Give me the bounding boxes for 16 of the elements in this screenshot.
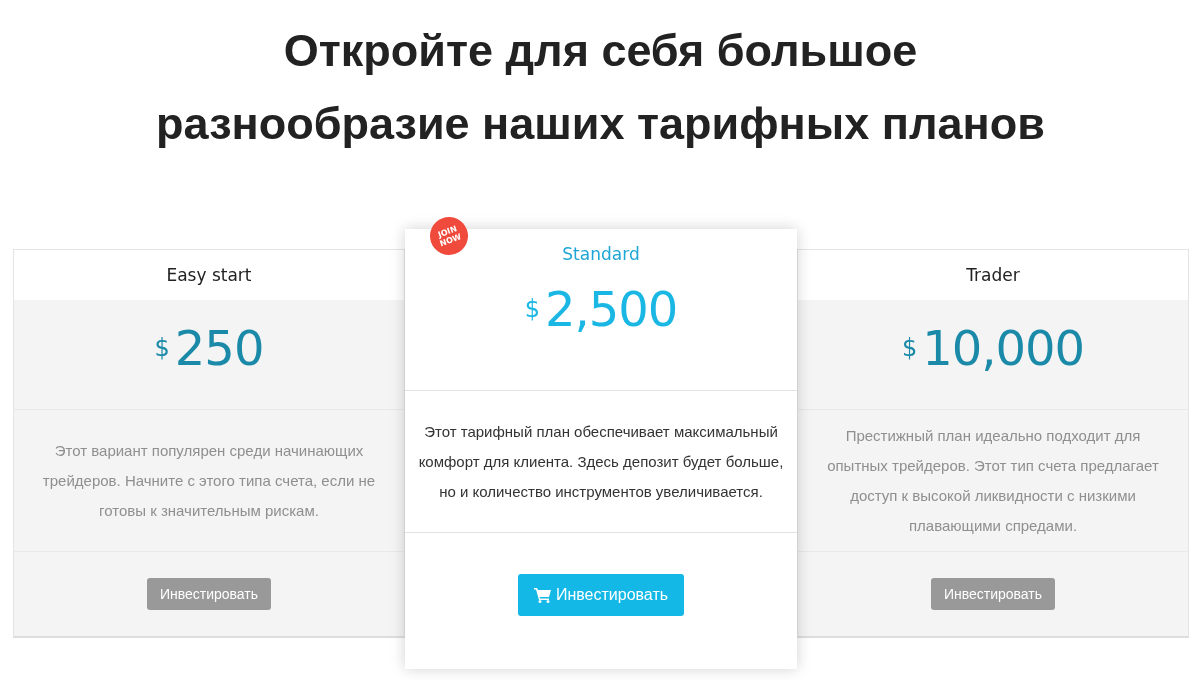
page-heading: Откройте для себя большое разнообразие наших тарифных планов [155, 24, 1046, 151]
invest-button[interactable]: Инвестировать [930, 578, 1056, 610]
cart-icon [533, 587, 552, 603]
plan-name: Trader [798, 250, 1188, 300]
invest-button[interactable]: Инвестировать [517, 574, 685, 616]
invest-button[interactable]: Инвестировать [146, 578, 272, 610]
plan-description: Этот тарифный план обеспечивает максимальный комфорт для клиента. Здесь депозит будет больше, но и количество инструментов увеличивается. [417, 421, 785, 502]
currency-sign: $ [524, 295, 540, 323]
plan-description: Этот вариант популярен среди начинающих трейдеров. Начните с этого типа счета, если не готовы к значительным рискам. [41, 440, 377, 521]
plan-price: 10,000 [922, 320, 1085, 376]
currency-sign: $ [154, 334, 170, 362]
plan-description: Престижный план идеально подходит для опытных трейдеров. Этот тип счета предлагает доступ к высокой ликвидности с низкими плавающими спредами. [826, 425, 1160, 536]
plan-name: Easy start [14, 250, 404, 300]
plan-price: 250 [174, 320, 264, 376]
plan-price: 2,500 [544, 281, 678, 337]
currency-sign: $ [901, 334, 918, 362]
